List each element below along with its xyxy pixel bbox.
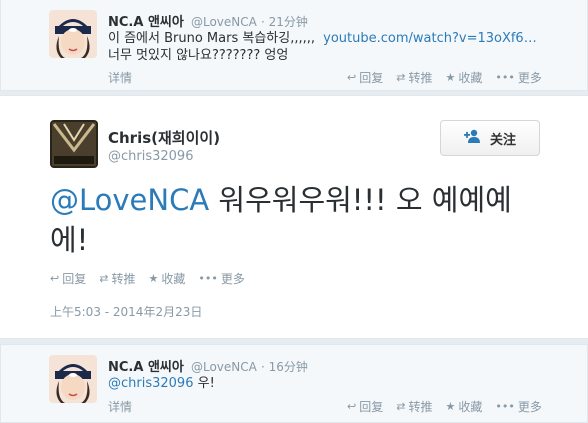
retweet-icon: ⇄ [396, 400, 406, 413]
tweet-header: NC.A 앤씨아 @LoveNCA · 21分钟 [108, 11, 308, 30]
more-button[interactable]: ••• 更多 [495, 69, 541, 86]
star-icon: ★ [445, 400, 456, 413]
more-button[interactable]: ••• 更多 [198, 270, 244, 287]
star-icon: ★ [148, 272, 159, 285]
reply-label: 回复 [359, 71, 384, 85]
tweet-time[interactable]: 21分钟 [269, 15, 308, 29]
details-link[interactable]: 详情 [108, 398, 132, 415]
reply-icon: ↩ [347, 400, 357, 413]
follow-label: 关注 [489, 132, 516, 148]
details-link[interactable]: 详情 [108, 69, 132, 86]
favorite-label: 收藏 [458, 71, 483, 85]
user-name[interactable]: Chris(재희이이) [108, 127, 220, 148]
tweet-link[interactable]: youtube.com/watch?v=13oXf6… [323, 31, 537, 46]
tweet-text-line2: 너무 멋있지 않나요??????? 엉엉 [108, 48, 289, 63]
favorite-button[interactable]: ★ 收藏 [445, 398, 482, 415]
mention-link[interactable]: @chris32096 [108, 376, 193, 391]
user-name[interactable]: NC.A 앤씨아 [108, 15, 184, 30]
retweet-icon: ⇄ [396, 71, 406, 84]
tweet-bottom[interactable]: NC.A 앤씨아 @LoveNCA · 16分钟 @chris32096 우! … [0, 344, 588, 423]
favorite-button[interactable]: ★ 收藏 [148, 270, 185, 287]
reply-button[interactable]: ↩ 回复 [347, 398, 383, 415]
more-button[interactable]: ••• 更多 [495, 398, 541, 415]
tweet-body: 우! [193, 376, 215, 391]
user-handle[interactable]: @LoveNCA [191, 15, 257, 29]
user-handle[interactable]: @chris32096 [108, 149, 193, 164]
reply-icon: ↩ [347, 71, 357, 84]
more-label: 更多 [220, 272, 245, 286]
add-user-icon [463, 129, 482, 147]
favorite-label: 收藏 [161, 272, 186, 286]
retweet-button[interactable]: ⇄ 转推 [396, 69, 432, 86]
dot-separator: · [260, 360, 269, 374]
user-name[interactable]: NC.A 앤씨아 [108, 360, 184, 375]
dot-separator: · [260, 15, 269, 29]
retweet-icon: ⇄ [99, 272, 109, 285]
favorite-label: 收藏 [458, 400, 483, 414]
reply-label: 回复 [359, 400, 384, 414]
reply-button[interactable]: ↩ 回复 [50, 270, 86, 287]
more-label: 更多 [517, 400, 542, 414]
star-icon: ★ [445, 71, 456, 84]
more-icon: ••• [198, 272, 218, 285]
more-icon: ••• [495, 400, 515, 413]
user-handle[interactable]: @LoveNCA [191, 360, 257, 374]
tweet-actions: ↩ 回复 ⇄ 转推 ★ 收藏 ••• 更多 [347, 69, 555, 86]
retweet-label: 转推 [111, 272, 136, 286]
tweet-main: Chris(재희이이) @chris32096 关注 @LoveNCA 워우워우… [0, 95, 588, 339]
tweet-top[interactable]: NC.A 앤씨아 @LoveNCA · 21分钟 이 즘에서 Bruno Mar… [0, 0, 588, 91]
tweet-text: @chris32096 우! [108, 375, 215, 392]
avatar-nca[interactable] [49, 10, 97, 58]
avatar-nca[interactable] [49, 355, 97, 403]
mention-link[interactable]: @LoveNCA [50, 183, 209, 217]
reply-button[interactable]: ↩ 回复 [347, 69, 383, 86]
avatar-chris[interactable] [50, 120, 98, 168]
tweet-text-line1: 이 즘에서 Bruno Mars 복습하깅,,,,,, [108, 31, 315, 46]
retweet-button[interactable]: ⇄ 转推 [99, 270, 135, 287]
tweet-actions: ↩ 回复 ⇄ 转推 ★ 收藏 ••• 更多 [347, 398, 555, 415]
follow-button[interactable]: 关注 [440, 120, 540, 156]
tweet-timestamp[interactable]: 上午5:03 - 2014年2月23日 [50, 303, 202, 320]
retweet-label: 转推 [408, 400, 433, 414]
more-label: 更多 [517, 71, 542, 85]
retweet-label: 转推 [408, 71, 433, 85]
tweet-header: NC.A 앤씨아 @LoveNCA · 16分钟 [108, 356, 308, 375]
tweet-actions: ↩ 回复 ⇄ 转推 ★ 收藏 ••• 更多 [50, 270, 258, 287]
tweet-time[interactable]: 16分钟 [269, 360, 308, 374]
favorite-button[interactable]: ★ 收藏 [445, 69, 482, 86]
reply-icon: ↩ [50, 272, 60, 285]
reply-label: 回复 [62, 272, 87, 286]
tweet-text: 이 즘에서 Bruno Mars 복습하깅,,,,,, youtube.com/… [108, 30, 537, 47]
retweet-button[interactable]: ⇄ 转推 [396, 398, 432, 415]
more-icon: ••• [495, 71, 515, 84]
tweet-text: @LoveNCA 워우워우워!!! 오 예예예에! [50, 180, 550, 260]
